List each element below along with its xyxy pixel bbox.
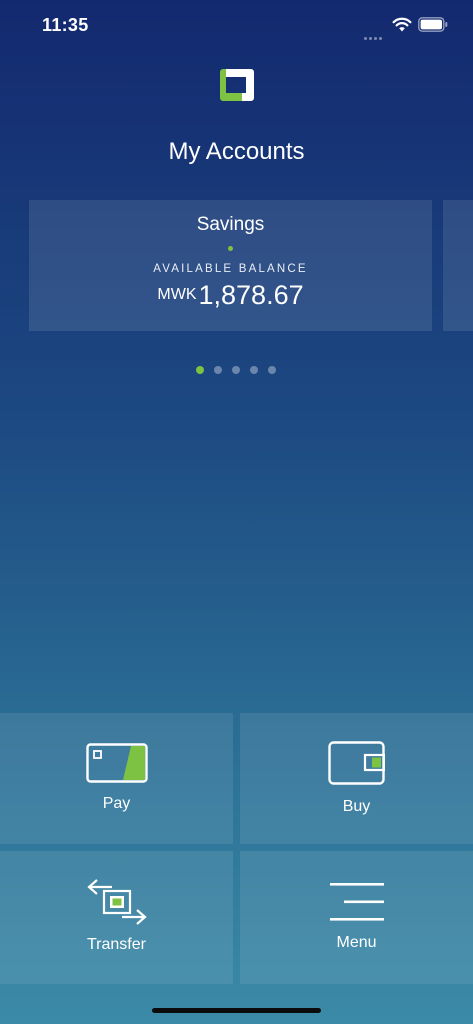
buy-button[interactable]: Buy: [240, 713, 473, 844]
transfer-button[interactable]: Transfer: [0, 851, 233, 984]
pager-dot[interactable]: [268, 366, 276, 374]
balance-amount: 1,878.67: [198, 280, 304, 310]
wallet-icon: [328, 741, 385, 785]
hamburger-menu-icon: [330, 883, 384, 921]
bank-logo-icon: [220, 69, 254, 101]
account-name: Savings: [196, 214, 265, 235]
menu-button[interactable]: Menu: [240, 851, 473, 984]
account-balance: MWK1,878.67: [29, 280, 432, 311]
pager-dot[interactable]: [196, 366, 204, 374]
pay-button[interactable]: Pay: [0, 713, 233, 844]
pay-label: Pay: [102, 795, 131, 812]
pager-dot[interactable]: [250, 366, 258, 374]
balance-label: AVAILABLE BALANCE: [153, 263, 308, 275]
pager-dot[interactable]: [232, 366, 240, 374]
transfer-label: Transfer: [87, 936, 146, 953]
wifi-icon: [392, 17, 412, 32]
battery-icon: [418, 17, 448, 32]
balance-currency: MWK: [157, 286, 197, 303]
transfer-arrows-icon: [87, 879, 147, 925]
my-accounts-screen: 11:35 My Accounts Savings AVAILABLE BALA…: [0, 0, 473, 1024]
next-account-card[interactable]: [443, 200, 473, 331]
buy-label: Buy: [342, 798, 371, 815]
status-time: 11:35: [42, 15, 89, 35]
account-card[interactable]: Savings AVAILABLE BALANCE MWK1,878.67: [29, 200, 432, 331]
menu-label: Menu: [336, 934, 377, 951]
signal-dots-icon: [364, 27, 386, 40]
account-indicator-dot: [228, 246, 233, 251]
status-bar: 11:35: [0, 0, 473, 52]
pager-dot[interactable]: [214, 366, 222, 374]
page-title: My Accounts: [168, 138, 305, 165]
home-indicator[interactable]: [152, 1008, 321, 1013]
card-icon: [86, 743, 148, 783]
